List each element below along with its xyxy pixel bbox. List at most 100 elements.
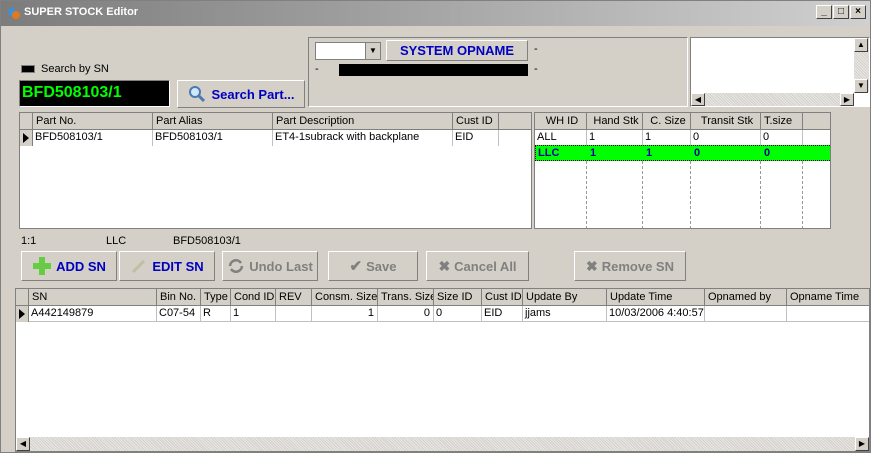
system-opname-button[interactable]: SYSTEM OPNAME <box>386 40 528 61</box>
opname-dash-2: - <box>315 63 319 75</box>
cell-size-id: 0 <box>434 306 482 322</box>
row-indicator-header <box>16 289 29 306</box>
cell-c-size: 1 <box>646 147 653 159</box>
search-by-sn-checkbox[interactable] <box>21 65 35 73</box>
sn-header-bin-no[interactable]: Bin No. <box>157 289 201 306</box>
wh-header-hand-stk[interactable]: Hand Stk <box>587 113 643 130</box>
edit-sn-button[interactable]: EDIT SN <box>119 251 215 281</box>
sn-header-trans-size[interactable]: Trans. Size <box>378 289 434 306</box>
remove-sn-button[interactable]: ✖ Remove SN <box>574 251 686 281</box>
sn-table: SN Bin No. Type Cond ID REV Consm. Size … <box>15 288 870 452</box>
cancel-all-button[interactable]: ✖ Cancel All <box>426 251 529 281</box>
sn-header-rev[interactable]: REV <box>276 289 312 306</box>
close-button[interactable]: × <box>850 5 866 19</box>
status-warehouse: LLC <box>106 235 127 247</box>
cell-trans-size: 0 <box>378 306 434 322</box>
part-header-alias[interactable]: Part Alias <box>153 113 273 130</box>
sn-header-size-id[interactable]: Size ID <box>434 289 482 306</box>
row-pointer-icon <box>20 130 33 146</box>
row-pointer-icon <box>16 306 29 322</box>
grid-line <box>802 161 803 228</box>
wh-header-transit-stk[interactable]: Transit Stk <box>691 113 761 130</box>
grid-line <box>642 161 643 228</box>
cell-sn: A442149879 <box>29 306 157 322</box>
refresh-icon <box>228 259 244 273</box>
magnifier-icon <box>189 86 206 103</box>
scroll-left-icon[interactable]: ◀ <box>16 437 30 451</box>
cell-consm-size: 1 <box>312 306 378 322</box>
wh-header-t-size[interactable]: T.size <box>761 113 803 130</box>
scroll-right-icon[interactable]: ▶ <box>855 437 869 451</box>
grid-line <box>586 161 587 228</box>
chevron-down-icon[interactable]: ▼ <box>365 43 380 59</box>
sn-header-consm-size[interactable]: Consm. Size <box>312 289 378 306</box>
maximize-button[interactable]: □ <box>833 5 849 19</box>
sn-table-hscroll[interactable] <box>16 437 869 451</box>
sn-header-opname-time[interactable]: Opname Time <box>787 289 869 306</box>
cell-cust-id: EID <box>453 130 499 146</box>
sn-header-opnamed-by[interactable]: Opnamed by <box>705 289 787 306</box>
cell-type: R <box>201 306 231 322</box>
sn-header-type[interactable]: Type <box>201 289 231 306</box>
opname-select[interactable]: ▼ <box>315 42 381 60</box>
cell-rev <box>276 306 312 322</box>
row-indicator-header <box>20 113 33 130</box>
part-header-description[interactable]: Part Description <box>273 113 453 130</box>
wh-header-filler <box>803 113 830 130</box>
save-button[interactable]: ✔ Save <box>328 251 418 281</box>
search-part-label: Search Part... <box>211 86 295 102</box>
table-row[interactable]: ALL 1 1 0 0 <box>535 130 830 146</box>
cell-opnamed-by <box>705 306 787 322</box>
sn-header-update-by[interactable]: Update By <box>523 289 607 306</box>
notes-hscroll[interactable] <box>691 93 854 106</box>
scroll-right-icon[interactable]: ▶ <box>840 93 854 106</box>
cell-update-time: 10/03/2006 4:40:57 <box>607 306 705 322</box>
cell-opname-time <box>787 306 869 322</box>
cell-part-no: BFD508103/1 <box>33 130 153 146</box>
cell-hand-stk: 1 <box>590 147 597 159</box>
part-table: Part No. Part Alias Part Description Cus… <box>19 112 532 229</box>
sn-header-update-time[interactable]: Update Time <box>607 289 705 306</box>
window-title: SUPER STOCK Editor <box>24 6 139 18</box>
cell-c-size: 1 <box>643 130 691 146</box>
cell-t-size: 0 <box>761 130 803 146</box>
part-header-part-no[interactable]: Part No. <box>33 113 153 130</box>
cell-wh-id: ALL <box>535 130 587 146</box>
x-icon: ✖ <box>438 257 451 274</box>
wh-header-c-size[interactable]: C. Size <box>643 113 691 130</box>
cell-cond-id: 1 <box>231 306 276 322</box>
part-header-cust-id[interactable]: Cust ID <box>453 113 499 130</box>
sn-header-cond-id[interactable]: Cond ID <box>231 289 276 306</box>
cancel-all-label: Cancel All <box>454 258 517 274</box>
sn-header-sn[interactable]: SN <box>29 289 157 306</box>
add-sn-label: ADD SN <box>56 258 106 274</box>
search-part-button[interactable]: Search Part... <box>177 80 305 108</box>
table-row[interactable]: A442149879 C07-54 R 1 1 0 0 EID jjams 10… <box>16 306 869 322</box>
search-by-sn-label: Search by SN <box>41 63 109 75</box>
sn-header-cust-id[interactable]: Cust ID <box>482 289 523 306</box>
table-row[interactable]: BFD508103/1 BFD508103/1 ET4-1subrack wit… <box>20 130 531 146</box>
grid-line <box>690 161 691 228</box>
undo-last-button[interactable]: Undo Last <box>222 251 318 281</box>
scroll-left-icon[interactable]: ◀ <box>691 93 705 106</box>
cell-part-alias: BFD508103/1 <box>153 130 273 146</box>
x-icon: ✖ <box>586 257 598 274</box>
part-header-filler <box>499 113 531 130</box>
sn-input[interactable]: BFD508103/1 <box>19 80 170 107</box>
undo-last-label: Undo Last <box>249 258 313 274</box>
wh-header-wh-id[interactable]: WH ID <box>535 113 587 130</box>
warehouse-table: WH ID Hand Stk C. Size Transit Stk T.siz… <box>534 112 831 229</box>
add-sn-button[interactable]: ADD SN <box>21 251 117 281</box>
cell-cust-id: EID <box>482 306 523 322</box>
scroll-down-icon[interactable]: ▼ <box>854 79 868 93</box>
editor-window: SUPER STOCK Editor _ □ × Search by SN BF… <box>0 0 871 453</box>
scroll-up-icon[interactable]: ▲ <box>854 38 868 52</box>
opname-dash-3: - <box>534 63 538 75</box>
cell-t-size: 0 <box>764 147 771 159</box>
table-row-selected[interactable]: LLC 1 1 0 0 <box>535 145 830 161</box>
save-label: Save <box>366 258 397 274</box>
cell-part-description: ET4-1subrack with backplane <box>273 130 453 146</box>
cell-transit-stk: 0 <box>691 130 761 146</box>
cell-hand-stk: 1 <box>587 130 643 146</box>
minimize-button[interactable]: _ <box>816 5 832 19</box>
